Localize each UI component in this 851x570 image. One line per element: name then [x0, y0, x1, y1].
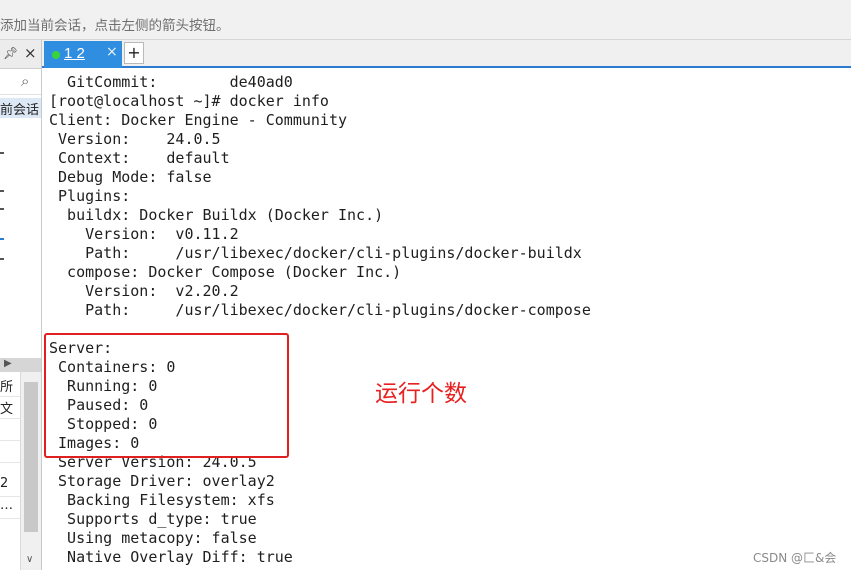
terminal-line: Debug Mode: false — [49, 168, 212, 186]
sidebar-item-current-session[interactable]: 前会话 — [0, 98, 41, 118]
terminal-line: Version: v2.20.2 — [49, 282, 239, 300]
terminal-line: Path: /usr/libexec/docker/cli-plugins/do… — [49, 301, 591, 319]
list-item[interactable]: 2 — [0, 476, 20, 497]
terminal-line: Native Overlay Diff: true — [49, 548, 293, 566]
terminal-line: Plugins: — [49, 187, 131, 205]
list-item[interactable] — [0, 442, 20, 463]
terminal-line: GitCommit: de40ad0 — [49, 73, 293, 91]
terminal-line: Context: default — [49, 149, 230, 167]
terminal-line: Version: v0.11.2 — [49, 225, 239, 243]
tab-session-1-2[interactable]: 1 2 × — [44, 41, 122, 68]
terminal-line: [root@localhost ~]# docker info — [49, 92, 329, 110]
search-icon[interactable]: ⌕ — [21, 72, 29, 90]
session-hint-bar: 添加当前会话，点击左侧的箭头按钮。 — [0, 0, 851, 40]
list-item[interactable]: 所 — [0, 376, 20, 397]
terminal-line: Storage Driver: overlay2 — [49, 472, 275, 490]
session-panel-header: 📌︎ × — [0, 40, 41, 69]
tree-indicator — [0, 190, 4, 192]
terminal-output[interactable]: Native Overlay Diff: true Using metacopy… — [44, 70, 851, 570]
terminal-line: Using metacopy: false — [49, 529, 257, 547]
tree-indicator — [0, 208, 4, 210]
session-search-row[interactable]: ⌕ — [0, 70, 41, 95]
list-item[interactable]: … — [0, 498, 20, 519]
terminal-line: compose: Docker Compose (Docker Inc.) — [49, 263, 402, 281]
caret-right-icon[interactable]: ▶ — [4, 358, 12, 369]
watermark: CSDN @匚&会 — [753, 551, 837, 565]
terminal-line: Path: /usr/libexec/docker/cli-plugins/do… — [49, 244, 582, 262]
list-item[interactable]: 文 — [0, 398, 20, 419]
list-item[interactable] — [0, 420, 20, 441]
session-hint-text: 添加当前会话，点击左侧的箭头按钮。 — [0, 18, 230, 34]
terminal-line: Client: Docker Engine - Community — [49, 111, 348, 129]
terminal-line: buildx: Docker Buildx (Docker Inc.) — [49, 206, 384, 224]
session-tab-bar: 1 2 × + — [42, 40, 851, 68]
panel-splitter[interactable]: ▶ — [0, 358, 41, 372]
connection-status-icon — [52, 51, 60, 59]
terminal-line: Supports d_type: true — [49, 510, 257, 528]
close-icon[interactable]: × — [106, 44, 118, 60]
annotation-label: 运行个数 — [375, 381, 467, 407]
tab-label: 1 2 — [64, 45, 85, 62]
sidebar-item-label: 前会话 — [0, 103, 40, 118]
tree-indicator — [0, 152, 4, 154]
close-icon[interactable]: × — [24, 44, 37, 62]
highlight-box — [44, 333, 289, 458]
terminal-line: Version: 24.0.5 — [49, 130, 221, 148]
scrollbar-thumb[interactable] — [24, 382, 38, 532]
tree-indicator — [0, 258, 4, 260]
pin-icon[interactable]: 📌︎ — [3, 46, 18, 60]
tree-indicator — [0, 238, 4, 240]
chevron-down-icon[interactable]: ∨ — [26, 554, 33, 565]
panel-scrollbar[interactable]: ∨ — [20, 372, 41, 570]
terminal-line: Backing Filesystem: xfs — [49, 491, 275, 509]
session-manager-panel: 📌︎ × ⌕ 前会话 ▶ 所 文 2 … ∨ — [0, 40, 42, 570]
add-tab-button[interactable]: + — [124, 42, 144, 64]
